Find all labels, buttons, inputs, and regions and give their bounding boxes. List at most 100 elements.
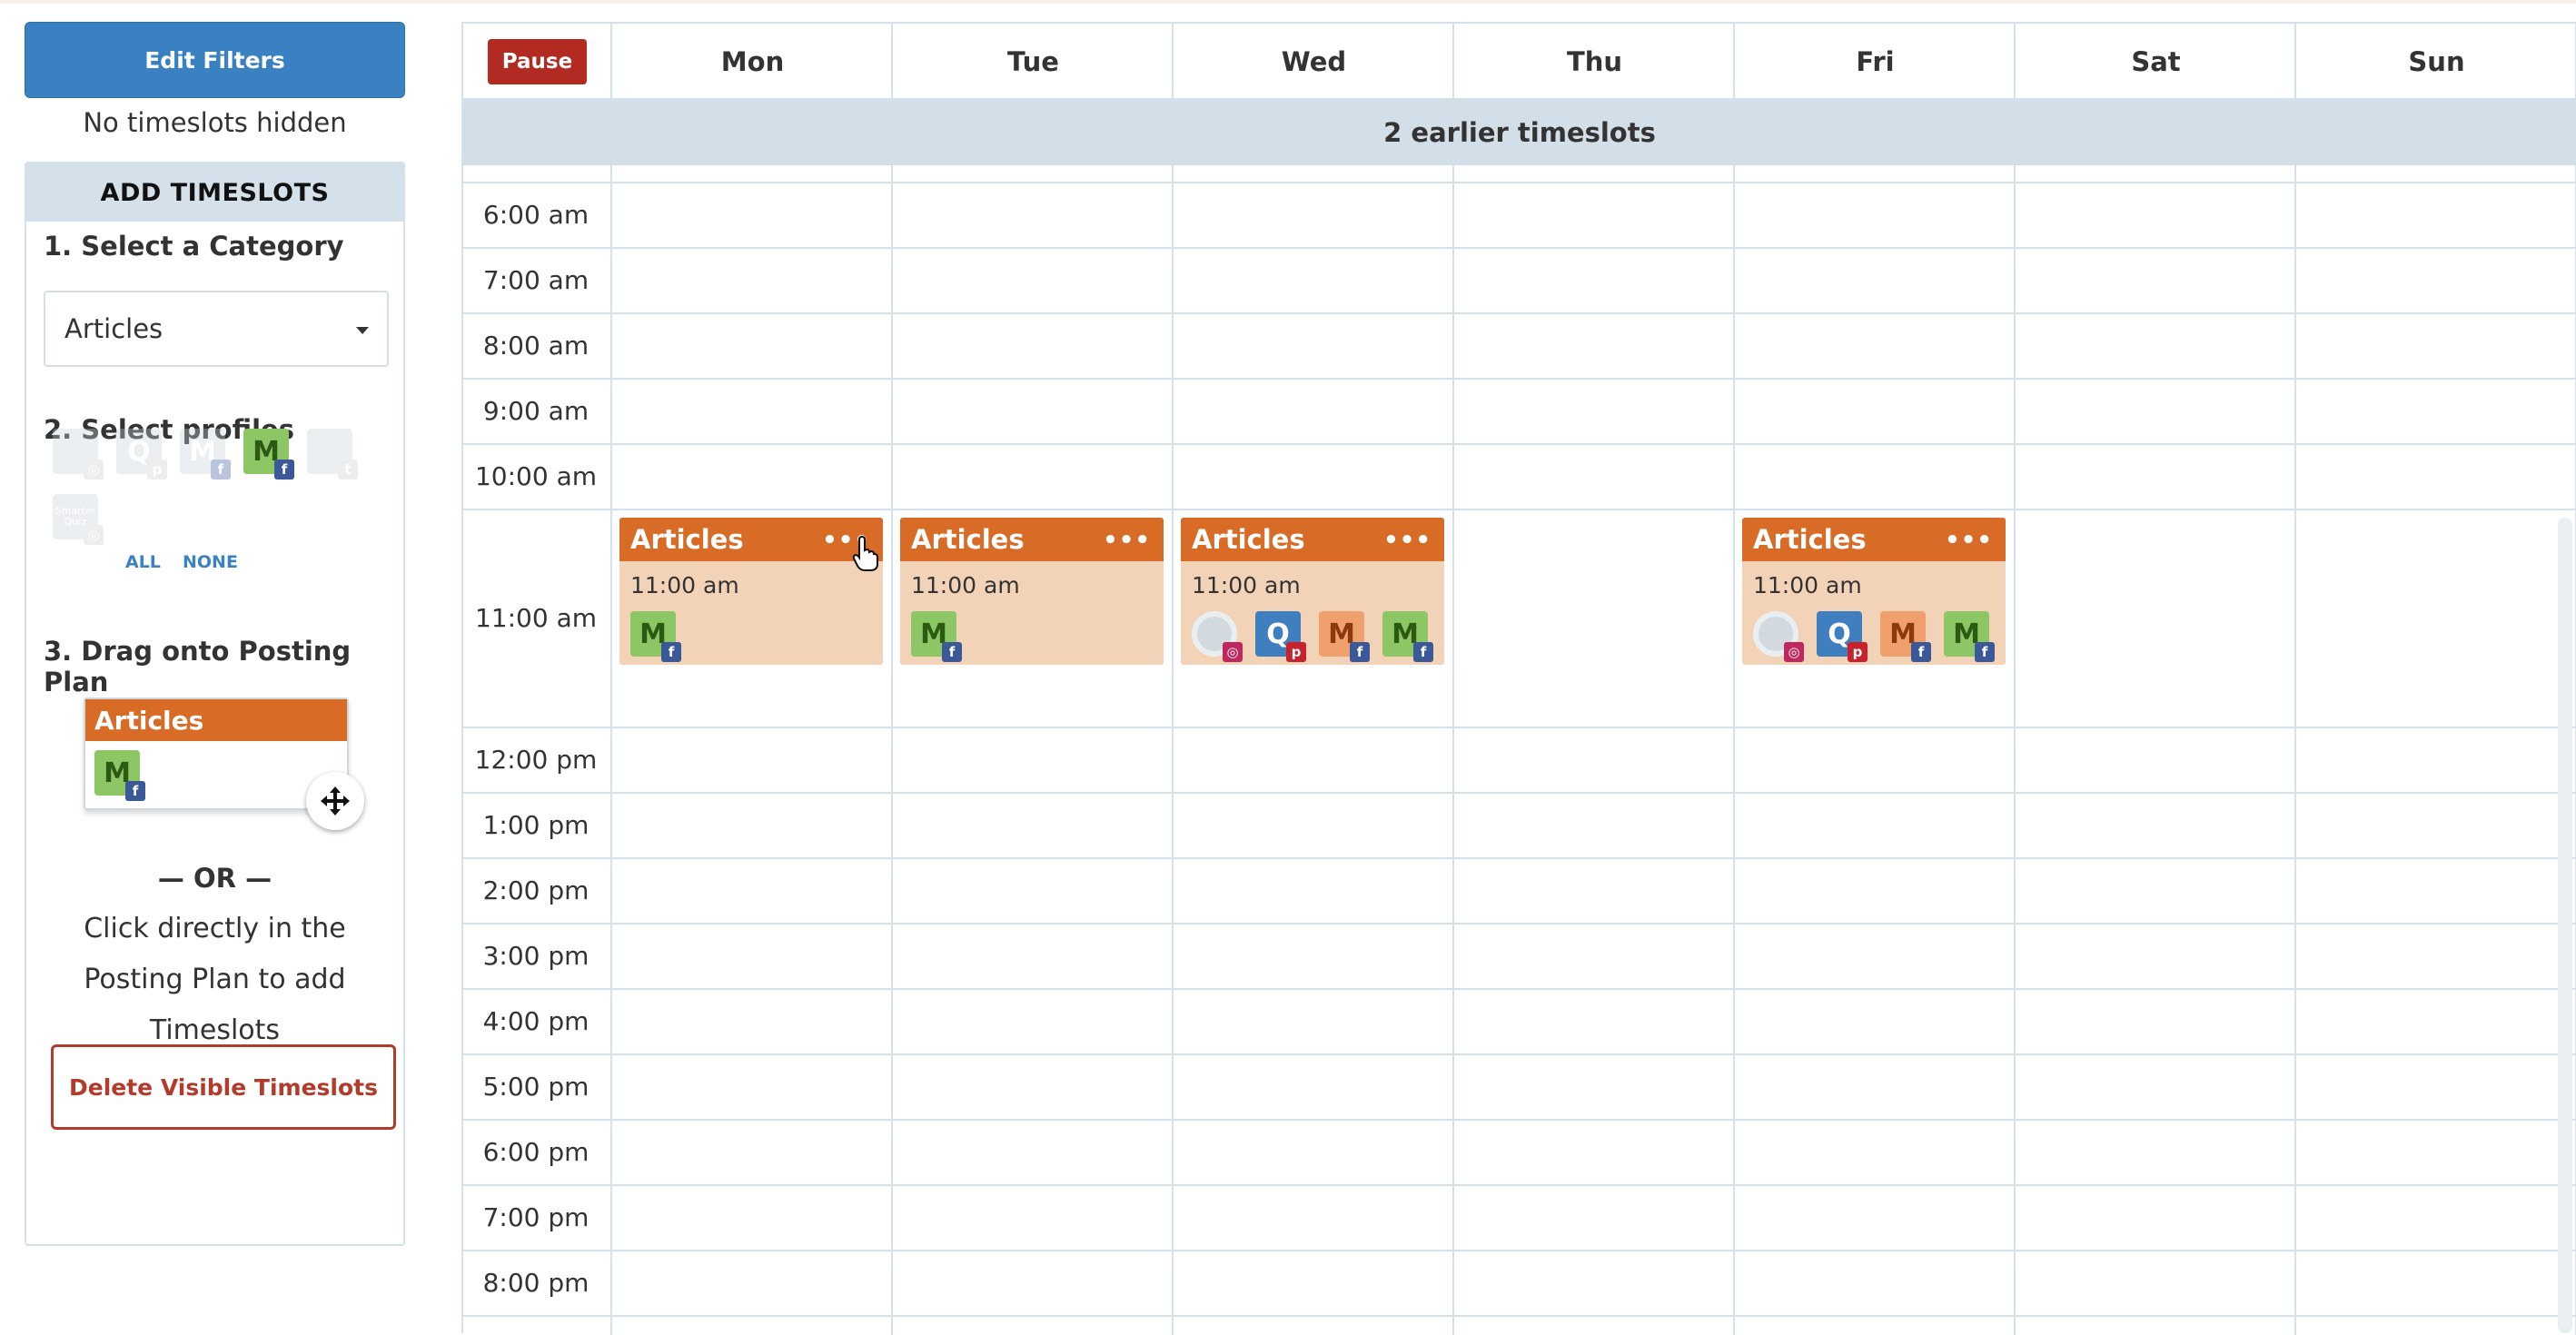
timeslot-title: Articles •••	[1742, 518, 2006, 561]
earlier-timeslots-bar[interactable]: 2 earlier timeslots	[463, 100, 2576, 165]
timeslot-profiles: Mf	[911, 611, 1156, 662]
row-divider	[463, 923, 2576, 925]
instagram-icon: ◎	[1784, 642, 1804, 662]
column-divider	[1452, 24, 1454, 1335]
chevron-down-icon	[356, 327, 369, 334]
time-label: 8:00 pm	[482, 1268, 590, 1298]
day-header-mon: Mon	[720, 46, 785, 77]
row-divider	[463, 312, 2576, 314]
timeslot-profile: Qp	[1817, 611, 1868, 662]
timeslot-profile: Mf	[911, 611, 962, 662]
time-label: 8:00 am	[482, 331, 590, 361]
column-divider	[2014, 24, 2016, 1335]
facebook-icon: f	[661, 642, 681, 662]
day-header-sun: Sun	[2408, 46, 2465, 77]
facebook-icon: f	[1911, 642, 1931, 662]
time-label: 11:00 am	[474, 603, 598, 633]
row-divider	[463, 727, 2576, 728]
row-divider	[463, 1053, 2576, 1055]
timeslot-profile: Qp	[1255, 611, 1306, 662]
category-select[interactable]: Articles	[44, 291, 389, 367]
pinterest-icon: p	[1848, 642, 1868, 662]
row-divider	[463, 857, 2576, 859]
timeslot-profiles: ◎ Qp Mf Mf	[1753, 611, 1998, 662]
row-divider	[463, 443, 2576, 445]
timeslot-profile: Mf	[1382, 611, 1433, 662]
edit-filters-button[interactable]: Edit Filters	[25, 22, 405, 98]
day-header-tue: Tue	[1007, 46, 1059, 77]
more-options-icon[interactable]: •••	[1103, 527, 1151, 554]
select-no-profiles-link[interactable]: NONE	[183, 552, 238, 572]
profile-toggle-2[interactable]: Qp	[116, 429, 167, 480]
timeslot-time: 11:00 am	[911, 572, 1020, 598]
calendar-scrollbar[interactable]	[2558, 518, 2572, 1333]
instagram-icon: ◎	[1223, 642, 1243, 662]
row-divider	[463, 182, 2576, 183]
facebook-icon: f	[1350, 642, 1370, 662]
timeslot-profile: ◎	[1753, 611, 1804, 662]
timeslot-card-mon[interactable]: Articles ••• 11:00 am Mf	[619, 518, 883, 665]
pinterest-icon: p	[1286, 642, 1306, 662]
timeslot-title: Articles •••	[1181, 518, 1444, 561]
facebook-icon: f	[1975, 642, 1995, 662]
timeslot-category: Articles	[630, 524, 744, 555]
timeslot-card-tue[interactable]: Articles ••• 11:00 am Mf	[900, 518, 1164, 665]
hand-pointer-cursor-icon	[852, 535, 879, 576]
timeslot-card-wed[interactable]: Articles ••• 11:00 am ◎ Qp Mf Mf	[1181, 518, 1444, 665]
facebook-icon: f	[125, 781, 145, 801]
timeslot-category: Articles	[911, 524, 1025, 555]
panel-title: ADD TIMESLOTS	[26, 163, 403, 222]
time-label: 7:00 am	[482, 265, 590, 295]
timeslot-profiles: ◎ Qp Mf Mf	[1192, 611, 1437, 662]
time-label: 2:00 pm	[482, 875, 590, 905]
profile-toggle-3[interactable]: Mf	[180, 429, 231, 480]
profile-toggle-1[interactable]: ◎	[53, 429, 104, 480]
timeslot-time: 11:00 am	[630, 572, 739, 598]
posting-plan-calendar: Pause Mon Tue Wed Thu Fri Sat Sun 2 earlier ti…	[461, 22, 2576, 1335]
instagram-icon: ◎	[84, 460, 104, 480]
facebook-icon: f	[274, 460, 294, 480]
time-label: 12:00 pm	[474, 745, 598, 775]
more-options-icon[interactable]: •••	[1383, 527, 1432, 554]
pinterest-icon: p	[147, 460, 167, 480]
facebook-icon: f	[942, 642, 962, 662]
instagram-icon: ◎	[84, 525, 104, 545]
time-label: 10:00 am	[474, 461, 598, 491]
step-drag-onto-plan: 3. Drag onto Posting Plan	[44, 636, 352, 697]
draggable-card-profile: M f	[94, 750, 145, 801]
time-label: 3:00 pm	[482, 941, 590, 971]
time-label: 7:00 pm	[482, 1202, 590, 1232]
timeslot-profile: Mf	[1944, 611, 1995, 662]
hidden-timeslots-note: No timeslots hidden	[83, 107, 347, 138]
profile-toggle-5[interactable]: t	[307, 429, 358, 480]
timeslot-profile: Mf	[1319, 611, 1370, 662]
move-icon[interactable]	[306, 772, 364, 830]
timeslot-card-fri[interactable]: Articles ••• 11:00 am ◎ Qp Mf Mf	[1742, 518, 2006, 665]
day-header-wed: Wed	[1281, 46, 1347, 77]
sidebar: Edit Filters No timeslots hidden ADD TIM…	[0, 0, 427, 1333]
day-header-thu: Thu	[1566, 46, 1623, 77]
row-divider	[463, 509, 2576, 510]
time-label: 6:00 pm	[482, 1137, 590, 1167]
draggable-card-title: Articles	[85, 699, 347, 741]
time-label: 1:00 pm	[482, 810, 590, 840]
timeslot-title: Articles •••	[619, 518, 883, 561]
row-divider	[463, 792, 2576, 794]
profile-toggle-4[interactable]: Mf	[243, 429, 294, 480]
time-label: 9:00 am	[482, 396, 590, 426]
more-options-icon[interactable]: •••	[1945, 527, 1993, 554]
row-divider	[463, 1315, 2576, 1317]
timeslot-category: Articles	[1753, 524, 1867, 555]
category-select-value: Articles	[64, 313, 163, 344]
select-all-profiles-link[interactable]: ALL	[125, 552, 161, 572]
twitter-icon: t	[338, 460, 358, 480]
pause-button[interactable]: Pause	[488, 39, 587, 84]
profile-toggle-6[interactable]: Smarter Quiz ◎	[53, 494, 104, 545]
delete-visible-timeslots-button[interactable]: Delete Visible Timeslots	[51, 1044, 396, 1130]
facebook-icon: f	[1413, 642, 1433, 662]
time-label: 5:00 pm	[482, 1072, 590, 1102]
row-divider	[463, 1250, 2576, 1251]
column-divider	[610, 24, 612, 1335]
or-divider: — OR —	[157, 863, 272, 894]
time-label: 4:00 pm	[482, 1006, 590, 1036]
